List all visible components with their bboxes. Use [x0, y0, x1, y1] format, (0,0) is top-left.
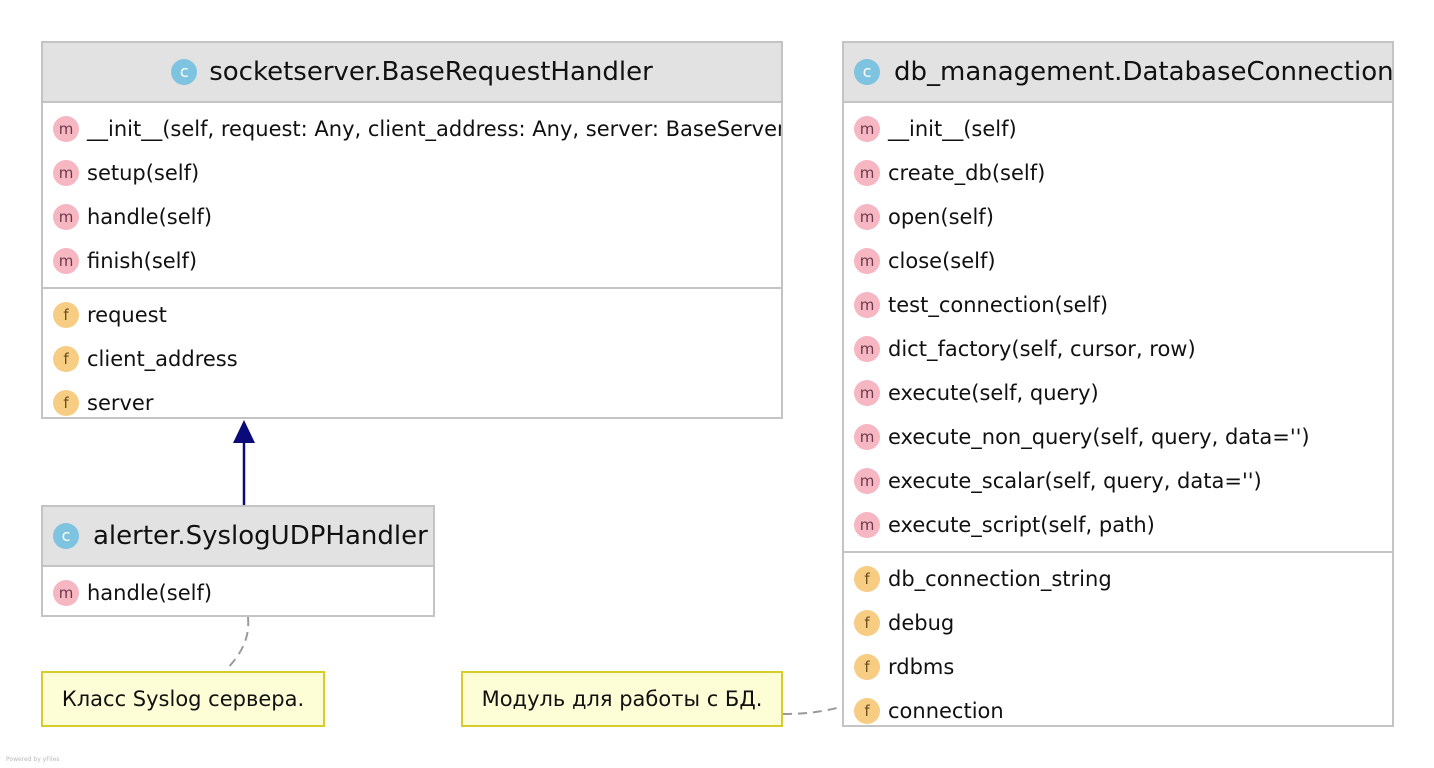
method-row[interactable]: m execute_script(self, path) — [844, 503, 1392, 547]
method-row[interactable]: m execute_non_query(self, query, data=''… — [844, 415, 1392, 459]
method-row[interactable]: m create_db(self) — [844, 151, 1392, 195]
method-icon: m — [53, 116, 79, 142]
field-name: rdbms — [888, 655, 955, 679]
field-row[interactable]: f request — [43, 293, 781, 337]
method-signature: execute_scalar(self, query, data='') — [888, 469, 1262, 493]
method-icon: m — [53, 580, 79, 606]
method-signature: handle(self) — [87, 581, 213, 605]
method-row[interactable]: m dict_factory(self, cursor, row) — [844, 327, 1392, 371]
class-header: c alerter.SyslogUDPHandler — [43, 507, 433, 567]
class-box-base-request-handler[interactable]: c socketserver.BaseRequestHandler m __in… — [41, 41, 783, 419]
method-row[interactable]: m finish(self) — [43, 239, 781, 283]
class-icon: c — [53, 523, 79, 549]
field-row[interactable]: f connection — [844, 689, 1392, 725]
field-icon: f — [854, 654, 880, 680]
field-name: client_address — [87, 347, 238, 371]
method-icon: m — [53, 204, 79, 230]
field-row[interactable]: f debug — [844, 601, 1392, 645]
note-db-module[interactable]: Модуль для работы с БД. — [461, 671, 783, 727]
fields-section: f db_connection_string f debug f rdbms f… — [844, 551, 1392, 725]
field-icon: f — [53, 390, 79, 416]
method-row[interactable]: m execute(self, query) — [844, 371, 1392, 415]
inheritance-arrowhead — [233, 420, 255, 443]
methods-section: m __init__(self, request: Any, client_ad… — [43, 103, 781, 287]
method-signature: __init__(self) — [888, 117, 1017, 141]
method-signature: execute_script(self, path) — [888, 513, 1155, 537]
methods-section: m handle(self) — [43, 567, 433, 615]
class-header: c socketserver.BaseRequestHandler — [43, 43, 781, 103]
method-signature: execute(self, query) — [888, 381, 1099, 405]
method-row[interactable]: m __init__(self, request: Any, client_ad… — [43, 107, 781, 151]
method-icon: m — [854, 160, 880, 186]
fields-section: f request f client_address f server — [43, 287, 781, 417]
method-row[interactable]: m close(self) — [844, 239, 1392, 283]
method-signature: create_db(self) — [888, 161, 1046, 185]
method-signature: execute_non_query(self, query, data='') — [888, 425, 1310, 449]
method-icon: m — [53, 248, 79, 274]
field-icon: f — [854, 566, 880, 592]
field-row[interactable]: f rdbms — [844, 645, 1392, 689]
field-name: connection — [888, 699, 1004, 723]
note-link-db — [782, 705, 846, 715]
method-row[interactable]: m handle(self) — [43, 571, 433, 615]
method-signature: close(self) — [888, 249, 996, 273]
class-name: alerter.SyslogUDPHandler — [93, 521, 428, 551]
method-row[interactable]: m execute_scalar(self, query, data='') — [844, 459, 1392, 503]
note-text: Класс Syslog сервера. — [61, 687, 305, 711]
method-row[interactable]: m setup(self) — [43, 151, 781, 195]
class-name: socketserver.BaseRequestHandler — [209, 57, 653, 87]
method-row[interactable]: m handle(self) — [43, 195, 781, 239]
powered-by-text: Powered by yFiles — [6, 756, 60, 763]
method-icon: m — [53, 160, 79, 186]
method-icon: m — [854, 116, 880, 142]
method-icon: m — [854, 468, 880, 494]
method-row[interactable]: m test_connection(self) — [844, 283, 1392, 327]
class-icon: c — [171, 59, 198, 85]
method-signature: open(self) — [888, 205, 994, 229]
method-row[interactable]: m open(self) — [844, 195, 1392, 239]
class-box-database-connection[interactable]: c db_management.DatabaseConnection m __i… — [842, 41, 1394, 727]
field-icon: f — [854, 610, 880, 636]
class-box-syslog-udp-handler[interactable]: c alerter.SyslogUDPHandler m handle(self… — [41, 505, 435, 617]
method-icon: m — [854, 424, 880, 450]
class-name: db_management.DatabaseConnection — [894, 57, 1392, 87]
field-icon: f — [53, 346, 79, 372]
field-name: debug — [888, 611, 955, 635]
field-name: server — [87, 391, 154, 415]
note-text: Модуль для работы с БД. — [481, 687, 763, 711]
method-icon: m — [854, 380, 880, 406]
method-icon: m — [854, 204, 880, 230]
method-signature: test_connection(self) — [888, 293, 1109, 317]
field-name: db_connection_string — [888, 567, 1112, 591]
field-icon: f — [854, 698, 880, 724]
field-row[interactable]: f db_connection_string — [844, 557, 1392, 601]
note-syslog-server[interactable]: Класс Syslog сервера. — [41, 671, 325, 727]
class-icon: c — [854, 59, 880, 85]
method-icon: m — [854, 292, 880, 318]
method-signature: finish(self) — [87, 249, 198, 273]
method-icon: m — [854, 336, 880, 362]
method-signature: __init__(self, request: Any, client_addr… — [87, 117, 781, 141]
method-signature: dict_factory(self, cursor, row) — [888, 337, 1196, 361]
method-icon: m — [854, 248, 880, 274]
field-row[interactable]: f server — [43, 381, 781, 417]
method-row[interactable]: m __init__(self) — [844, 107, 1392, 151]
field-name: request — [87, 303, 167, 327]
method-signature: setup(self) — [87, 161, 200, 185]
field-icon: f — [53, 302, 79, 328]
methods-section: m __init__(self) m create_db(self) m ope… — [844, 103, 1392, 551]
field-row[interactable]: f client_address — [43, 337, 781, 381]
method-signature: handle(self) — [87, 205, 213, 229]
class-header: c db_management.DatabaseConnection — [844, 43, 1392, 103]
note-link-syslog — [225, 616, 250, 671]
method-icon: m — [854, 512, 880, 538]
